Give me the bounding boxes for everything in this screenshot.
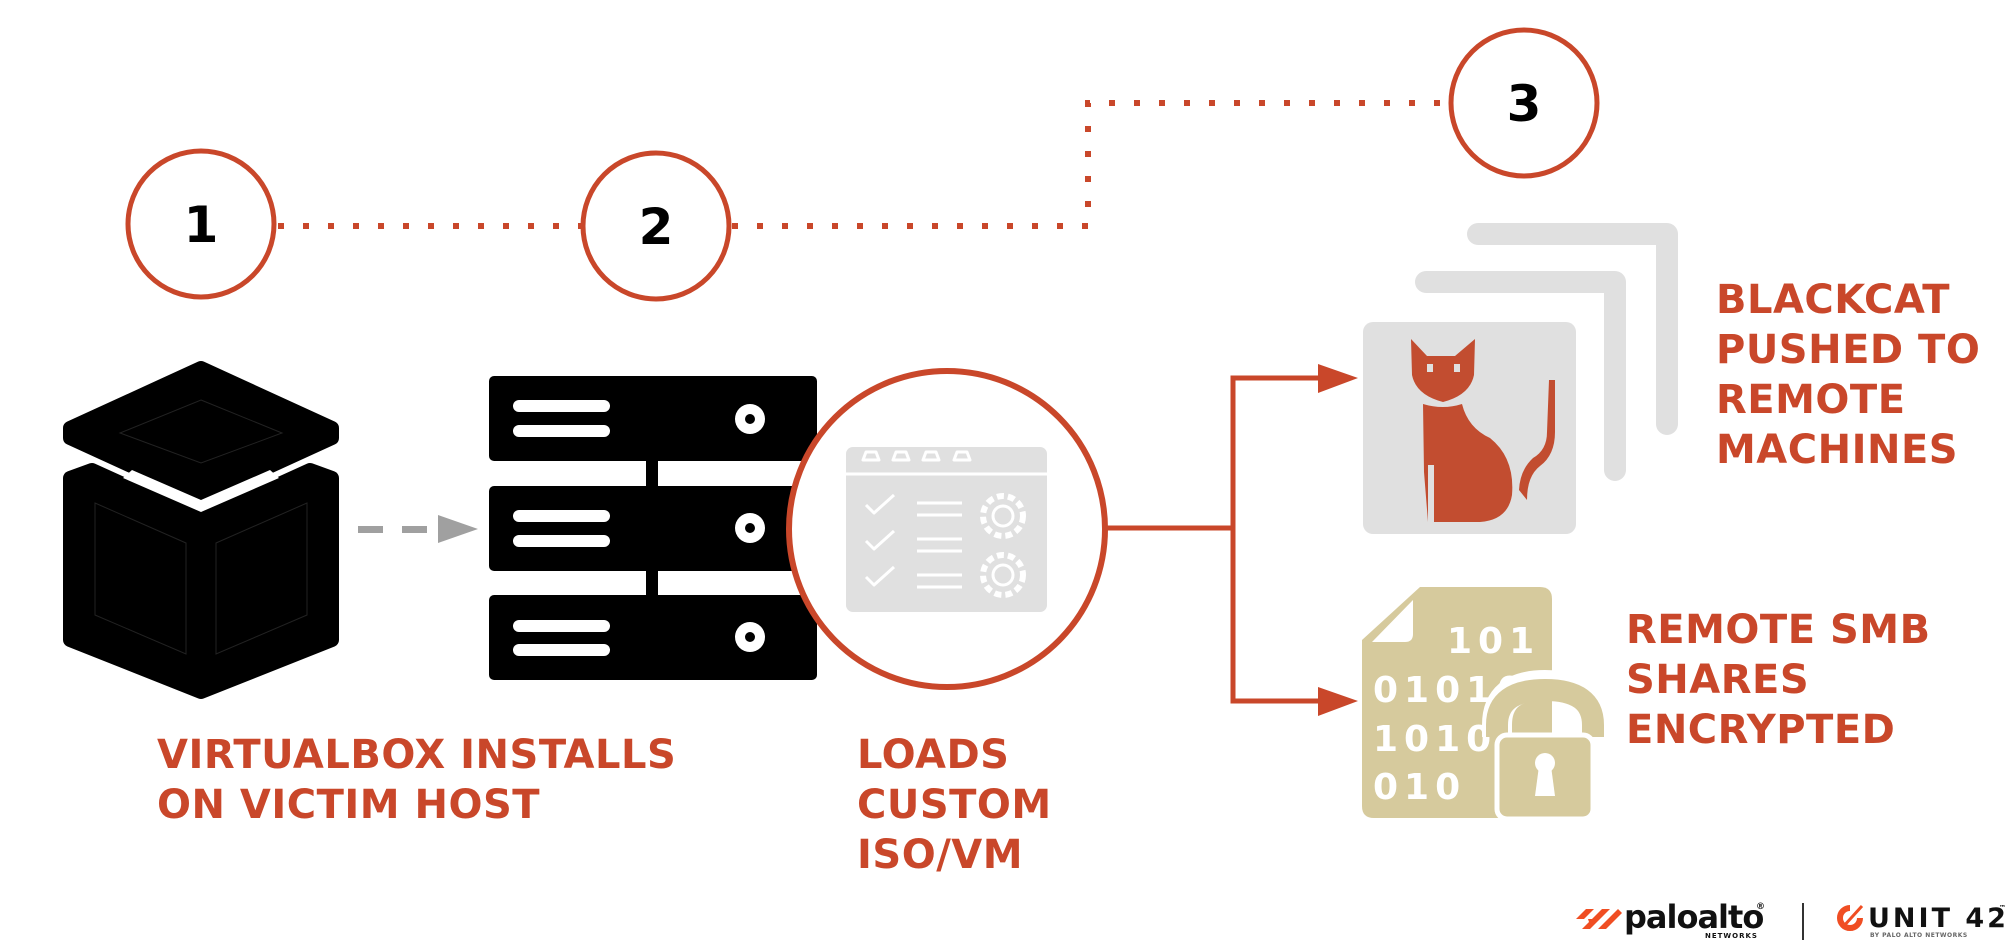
binary-row: 010 [1373,767,1466,808]
label-line: REMOTE SMB [1626,607,1931,653]
label-line: REMOTE [1716,377,1906,423]
outcome-blackcat-label: BLACKCAT PUSHED TO REMOTE MACHINES [1716,275,1980,475]
paloalto-wordmark: paloalto [1624,898,1764,936]
iso-vm-circle [786,368,1108,690]
step-number: 3 [1507,75,1542,133]
dotted-connector [278,100,1448,229]
step-number: 2 [639,198,674,256]
step-1: 1 [125,148,277,300]
label-line: ENCRYPTED [1626,707,1896,753]
paloalto-logo-icon [1576,909,1622,929]
step-number: 1 [184,196,219,254]
label-line: SHARES [1626,657,1810,703]
trademark: ™ [1999,904,2005,912]
unit42-logo-icon [1837,904,1864,931]
encrypted-file-icon: 101 01010 1010 010 [1362,587,1608,822]
step-3: 3 [1448,27,1600,179]
label-line: MACHINES [1716,427,1959,473]
dashed-arrow-icon [358,515,478,543]
label-line: CUSTOM [857,782,1052,828]
arrow-to-file [1318,687,1358,716]
label-line: LOADS [857,732,1010,778]
connector-2-3 [732,100,1448,229]
unit42-sub: BY PALO ALTO NETWORKS [1870,932,1968,939]
config-checklist-icon [846,447,1047,612]
step-2: 2 [580,150,732,302]
server-unit [489,486,817,571]
label-line: VIRTUALBOX INSTALLS [157,732,677,778]
server-rack-icon [489,376,817,680]
logo-divider [1802,903,1804,940]
step-1-label: VIRTUALBOX INSTALLS ON VICTIM HOST [157,730,676,830]
label-line: BLACKCAT [1716,277,1950,323]
label-line: ISO/VM [857,832,1024,878]
step-2-label: LOADS CUSTOM ISO/VM [857,730,1052,880]
server-unit [489,595,817,680]
cube-icon [63,361,339,699]
binary-row: 101 [1447,621,1540,662]
server-unit [489,376,817,461]
outcome-smb-label: REMOTE SMB SHARES ENCRYPTED [1626,605,1931,755]
label-line: PUSHED TO [1716,327,1981,373]
registered-mark: ® [1756,902,1765,912]
arrow-to-cat [1318,364,1358,393]
binary-row: 1010 [1373,719,1497,760]
paloalto-sub: NETWORKS [1705,932,1758,940]
label-line: ON VICTIM HOST [157,782,541,828]
branch-connector [1107,375,1320,704]
unit42-wordmark: UNIT 42 [1868,903,2005,934]
